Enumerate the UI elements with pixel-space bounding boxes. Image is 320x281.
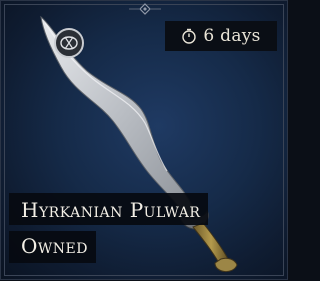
stopwatch-icon — [182, 28, 197, 44]
expiry-timer: 6 days — [165, 21, 277, 51]
item-card[interactable]: 6 days Hyrkanian Pulwar Owned — [0, 0, 288, 280]
ownership-status: Owned — [9, 231, 96, 263]
timer-label: 6 days — [203, 26, 261, 46]
item-name: Hyrkanian Pulwar — [9, 193, 209, 225]
item-label-group: Hyrkanian Pulwar Owned — [9, 193, 287, 263]
